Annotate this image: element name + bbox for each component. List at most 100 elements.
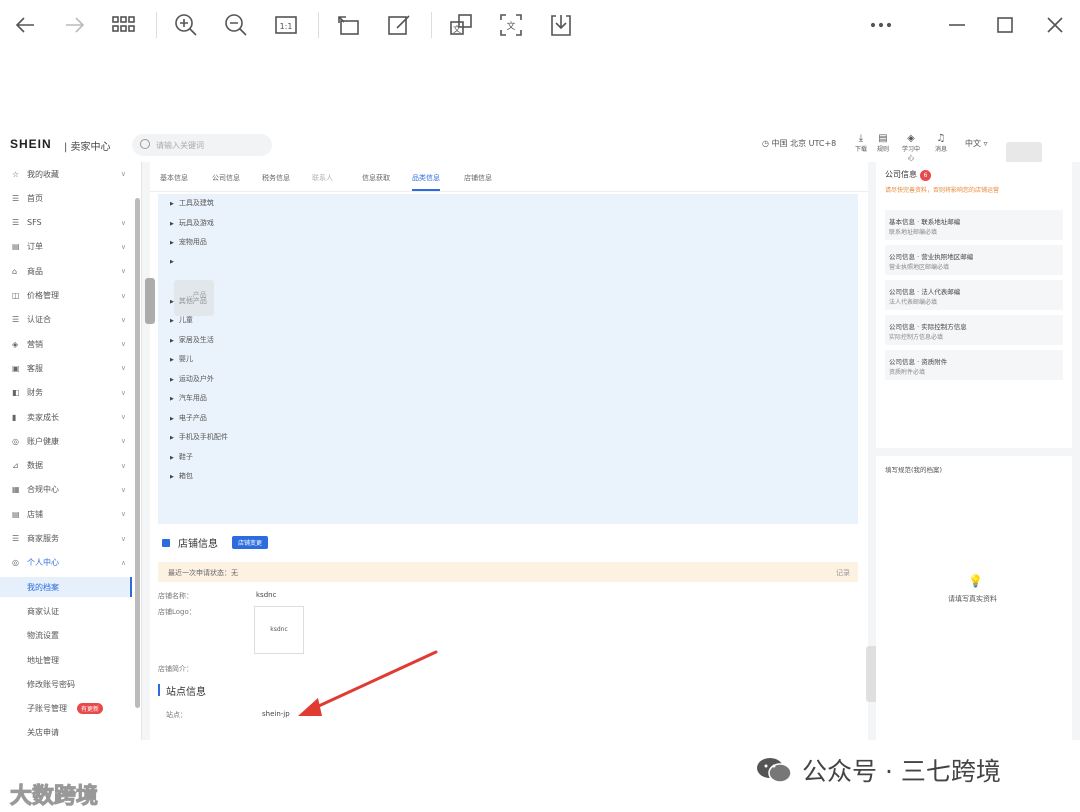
seller-center-label: | 卖家中心 bbox=[64, 142, 111, 153]
sidebar-item[interactable]: ☰ 商家服务 ∨ bbox=[0, 529, 132, 549]
sidebar-scrollbar[interactable] bbox=[135, 198, 140, 708]
todo-row[interactable]: 公司信息 · 营业执照地区邮编 营业执照地区邮编必填 bbox=[885, 245, 1063, 275]
sidebar-item[interactable]: ◈ 营销 ∨ bbox=[0, 334, 132, 354]
forward-icon[interactable] bbox=[58, 8, 92, 42]
sidebar-item-icon: ▤ bbox=[12, 242, 20, 252]
sidebar-subitem[interactable]: 物流设置 bbox=[0, 626, 132, 646]
sidebar-item[interactable]: ▣ 客服 ∨ bbox=[0, 358, 132, 378]
sidebar-item[interactable]: ☆ 我的收藏 ∨ bbox=[0, 164, 132, 184]
tree-item[interactable]: ▶ 宠物用品 bbox=[170, 237, 207, 247]
learning-center-icon[interactable]: ◈ 学习中心 bbox=[900, 133, 922, 162]
sidebar-item[interactable]: ◫ 价格管理 ∨ bbox=[0, 286, 132, 306]
company-info-card: 公司信息 6 请尽快完善资料，否则将影响您的店铺运营 基本信息 · 联系地址邮编联… bbox=[876, 162, 1072, 448]
sidebar-item[interactable]: ◎ 个人中心 ∧ bbox=[0, 553, 132, 573]
tree-item[interactable]: ▶ 运动及户外 bbox=[170, 374, 214, 384]
tab-company-info[interactable]: 公司信息 bbox=[212, 173, 240, 183]
sidebar-item[interactable]: ☰ 认证合 ∨ bbox=[0, 310, 132, 330]
sidebar-item-label: 合规中心 bbox=[27, 485, 59, 495]
download-center-icon[interactable]: ⤓ 下载 bbox=[850, 133, 872, 153]
sidebar-item-label: 店铺 bbox=[27, 509, 43, 519]
minimize-icon[interactable] bbox=[940, 8, 974, 42]
back-icon[interactable] bbox=[8, 8, 42, 42]
todo-row[interactable]: 公司信息 · 法人代表邮编 法人代表邮编必填 bbox=[885, 280, 1063, 310]
tree-item[interactable]: ▶ bbox=[170, 257, 179, 265]
tree-item[interactable]: ▶ 婴儿 bbox=[170, 354, 193, 364]
sidebar-item[interactable]: ▮ 卖家成长 ∨ bbox=[0, 407, 132, 427]
tree-item[interactable]: ▶ 玩具及游戏 bbox=[170, 218, 214, 228]
status-notice: 最近一次申请状态：无 记录 bbox=[158, 562, 858, 582]
tree-item[interactable]: ▶ 家居及生活 bbox=[170, 335, 214, 345]
sidebar-item-icon: ◎ bbox=[12, 558, 19, 568]
tree-item[interactable]: ▶ 儿童 bbox=[170, 315, 193, 325]
sidebar-item-label: 商家服务 bbox=[27, 534, 59, 543]
search-placeholder: 请输入关键词 bbox=[156, 141, 204, 150]
language-select[interactable]: 中文 ▿ bbox=[965, 138, 988, 149]
rules-icon[interactable]: ▤ 规则 bbox=[872, 133, 894, 153]
zoom-in-icon[interactable] bbox=[169, 8, 203, 42]
sidebar-item[interactable]: ▦ 合规中心 ∨ bbox=[0, 480, 132, 500]
sidebar-subitem[interactable]: 关店申请 bbox=[0, 723, 132, 740]
sidebar-subitem-label: 我的档案 bbox=[27, 582, 59, 592]
search-input[interactable]: 请输入关键词 bbox=[132, 134, 272, 156]
close-icon[interactable] bbox=[1038, 8, 1072, 42]
company-card-header: 公司信息 6 bbox=[876, 162, 1072, 181]
caret-right-icon: ▶ bbox=[170, 474, 174, 480]
sidebar-item-label: 卖家成长 bbox=[27, 412, 59, 422]
sidebar-subitem[interactable]: 地址管理 bbox=[0, 650, 132, 670]
zoom-out-icon[interactable] bbox=[219, 8, 253, 42]
tab-category-info[interactable]: 品类信息 bbox=[412, 173, 440, 191]
actual-size-icon[interactable]: 1:1 bbox=[269, 8, 303, 42]
sidebar-item[interactable]: ⌂ 商品 ∨ bbox=[0, 261, 132, 281]
tab-tax-info[interactable]: 税务信息 bbox=[262, 173, 290, 183]
company-card-title: 公司信息 bbox=[885, 170, 917, 179]
edit-icon[interactable] bbox=[382, 8, 416, 42]
site-info-heading: 站点信息 bbox=[166, 687, 206, 698]
translate-icon[interactable]: 文 bbox=[444, 8, 478, 42]
ocr-icon[interactable]: 文 bbox=[494, 8, 528, 42]
avatar[interactable] bbox=[1006, 142, 1042, 164]
todo-subtitle: 资质附件必填 bbox=[889, 369, 926, 376]
download-icon[interactable] bbox=[544, 8, 578, 42]
tree-item[interactable]: ▶ 工具及建筑 bbox=[170, 198, 214, 208]
tab-contact[interactable]: 联系人 bbox=[312, 173, 333, 183]
tab-info-access[interactable]: 信息获取 bbox=[362, 173, 390, 183]
sidebar-item[interactable]: ▤ 订单 ∨ bbox=[0, 237, 132, 257]
sidebar-item[interactable]: ⊿ 数据 ∨ bbox=[0, 456, 132, 476]
sidebar-subitem[interactable]: 修改账号密码 bbox=[0, 674, 132, 694]
tree-item-label: 家居及生活 bbox=[178, 335, 214, 344]
wechat-icon bbox=[756, 756, 792, 784]
sidebar-item[interactable]: ◧ 财务 ∨ bbox=[0, 383, 132, 403]
more-icon[interactable] bbox=[864, 8, 898, 42]
grid-icon[interactable] bbox=[106, 8, 140, 42]
tree-item[interactable]: ▶ 鞋子 bbox=[170, 452, 193, 462]
todo-title: 公司信息 · 实际控制方信息 bbox=[889, 323, 967, 331]
message-icon[interactable]: ♫ 消息 bbox=[930, 133, 952, 153]
rotate-icon[interactable] bbox=[331, 8, 365, 42]
sidebar-item[interactable]: ☰ 首页 bbox=[0, 188, 132, 208]
tree-item[interactable]: ▶ 电子产品 bbox=[170, 413, 207, 423]
tree-item[interactable]: ▶ 汽车用品 bbox=[170, 393, 207, 403]
notice-record-link[interactable]: 记录 bbox=[836, 568, 850, 578]
embedded-screenshot: SHEIN | 卖家中心 请输入关键词 ◷ 中国 北京 UTC+8 ⤓ 下载 ▤ 规… bbox=[0, 128, 1080, 740]
todo-title: 公司信息 · 法人代表邮编 bbox=[889, 288, 961, 296]
tab-basic-info[interactable]: 基本信息 bbox=[160, 173, 188, 183]
sidebar-item-label: 营销 bbox=[27, 339, 43, 349]
completion-warning: 请尽快完善资料，否则将影响您的店铺运营 bbox=[885, 187, 1000, 194]
sidebar-item[interactable]: ☰ SFS ∨ bbox=[0, 213, 132, 233]
sidebar-subitem[interactable]: 子账号管理 有更新 bbox=[0, 699, 132, 719]
sidebar-subitem[interactable]: 商家认证 bbox=[0, 601, 132, 621]
store-change-button[interactable]: 店铺变更 bbox=[232, 536, 269, 549]
main-content: 基本信息 公司信息 税务信息 联系人 信息获取 品类信息 店铺信息 ▶ 工具及建筑… bbox=[150, 162, 868, 740]
caret-right-icon: ▶ bbox=[170, 376, 174, 383]
tab-store-info[interactable]: 店铺信息 bbox=[464, 173, 492, 183]
todo-row[interactable]: 公司信息 · 资质附件 资质附件必填 bbox=[885, 350, 1063, 380]
sidebar-item-label: 价格管理 bbox=[27, 291, 59, 300]
todo-row[interactable]: 公司信息 · 实际控制方信息 实际控制方信息必填 bbox=[885, 315, 1063, 345]
sidebar-item[interactable]: ▤ 店铺 ∨ bbox=[0, 504, 132, 524]
maximize-icon[interactable] bbox=[988, 8, 1022, 42]
sidebar-item[interactable]: ◎ 账户健康 ∨ bbox=[0, 431, 132, 451]
todo-row[interactable]: 基本信息 · 联系地址邮编 联系地址邮编必填 bbox=[885, 210, 1063, 240]
tree-item[interactable]: ▶ 手机及手机配件 bbox=[170, 432, 228, 442]
tree-item[interactable]: ▶ 箱包 bbox=[170, 471, 193, 481]
sidebar-subitem[interactable]: 我的档案 bbox=[0, 577, 132, 598]
